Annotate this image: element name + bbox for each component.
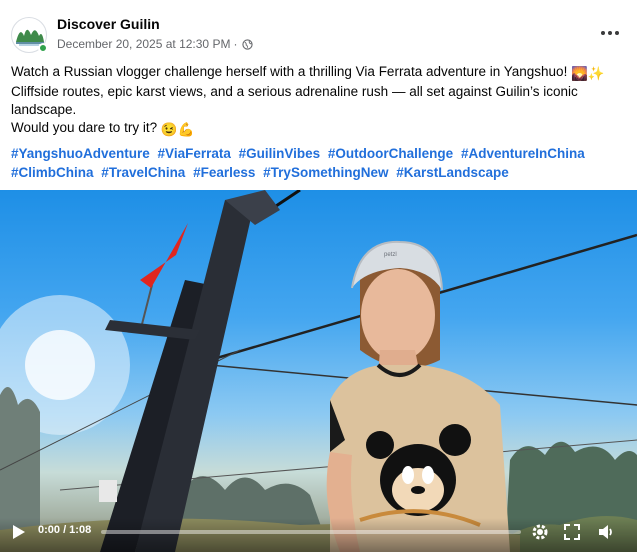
message-line: Would you dare to try it? 😉💪 [11, 120, 195, 137]
landscape-emoji-icon: 🌄 [571, 66, 588, 81]
hashtag-link[interactable]: #TravelChina [101, 165, 185, 180]
settings-gear-icon[interactable] [530, 522, 550, 542]
meta-separator: · [233, 37, 238, 51]
video-progress-bar[interactable] [101, 530, 521, 534]
hashtag-link[interactable]: #TrySomethingNew [263, 165, 388, 180]
hashtag-link[interactable]: #GuilinVibes [239, 146, 321, 161]
video-frame: petzl [0, 190, 637, 552]
more-options-button[interactable] [597, 23, 623, 43]
hashtag-link[interactable]: #KarstLandscape [396, 165, 509, 180]
hashtag-link[interactable]: #AdventureInChina [461, 146, 585, 161]
post-header: Discover Guilin December 20, 2025 at 12:… [11, 15, 631, 57]
post-message: Watch a Russian vlogger challenge hersel… [11, 63, 623, 139]
hashtag-list: #YangshuoAdventure #ViaFerrata #GuilinVi… [11, 144, 623, 182]
online-status-dot [38, 43, 48, 53]
helmet-brand-text: petzl [384, 252, 397, 258]
more-dots-icon [601, 31, 605, 35]
fullscreen-icon[interactable] [562, 522, 582, 542]
video-time: 0:00 / 1:08 [38, 524, 92, 536]
post-date[interactable]: December 20, 2025 at 12:30 PM [57, 37, 230, 51]
page-name[interactable]: Discover Guilin [57, 16, 160, 32]
flex-emoji-icon: 💪 [177, 122, 195, 137]
wink-emoji-icon: 😉 [160, 122, 178, 137]
message-line: Cliffside routes, epic karst views, and … [11, 84, 578, 99]
play-icon[interactable] [12, 524, 26, 540]
globe-icon[interactable] [242, 38, 254, 50]
volume-icon[interactable] [596, 522, 616, 542]
video-player[interactable]: petzl 0:00 / 1:08 [0, 190, 637, 552]
facebook-post: Discover Guilin December 20, 2025 at 12:… [0, 0, 641, 552]
sparkles-emoji-icon: ✨ [587, 66, 605, 81]
hashtag-link[interactable]: #Fearless [193, 165, 255, 180]
hashtag-link[interactable]: #OutdoorChallenge [328, 146, 453, 161]
message-line: landscape. [11, 102, 77, 117]
hashtag-link[interactable]: #ViaFerrata [158, 146, 231, 161]
hashtag-link[interactable]: #YangshuoAdventure [11, 146, 150, 161]
message-line: Watch a Russian vlogger challenge hersel… [11, 64, 605, 81]
post-meta: December 20, 2025 at 12:30 PM · [57, 37, 254, 51]
video-controls-bar: 0:00 / 1:08 [0, 518, 637, 552]
hashtag-link[interactable]: #ClimbChina [11, 165, 94, 180]
